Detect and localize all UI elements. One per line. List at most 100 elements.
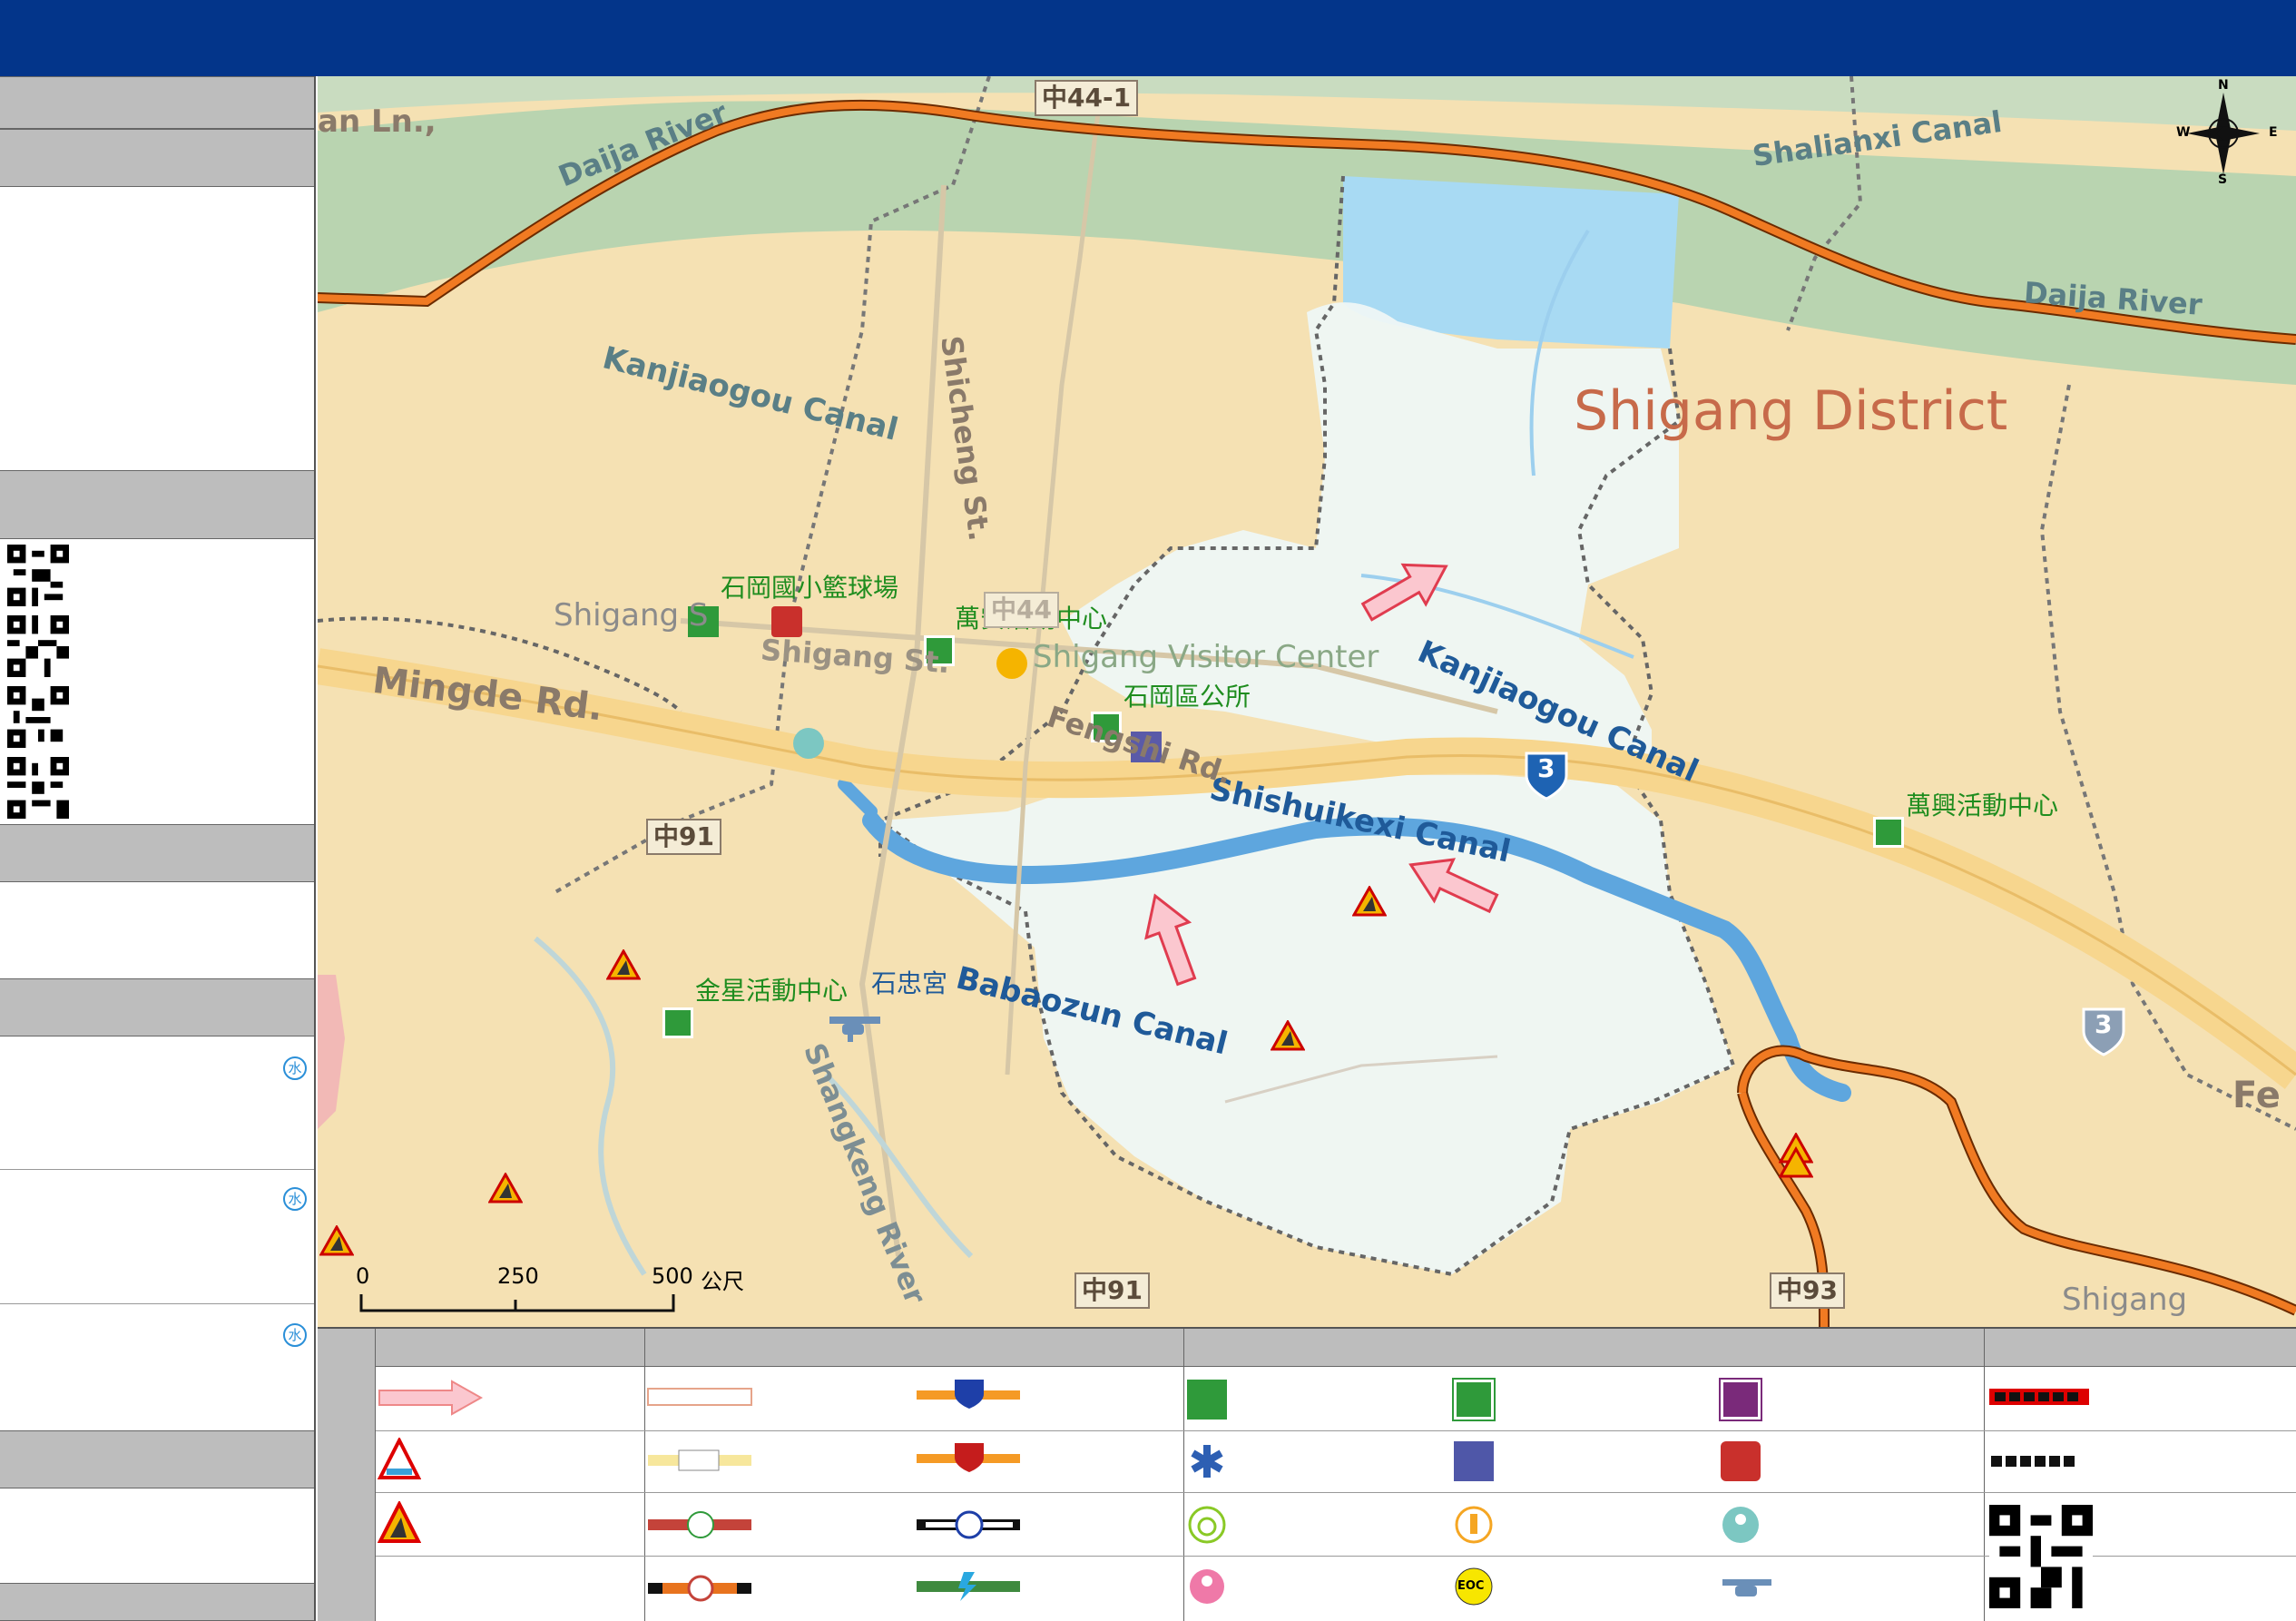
bikeway-symbol: [917, 1572, 1020, 1601]
legend-col-divider: [644, 1329, 645, 1621]
map-canvas: [318, 76, 2296, 1327]
freeway-symbol: [917, 1380, 1020, 1409]
scale-tick-label: 250: [497, 1263, 539, 1289]
route-shield: 中91: [1074, 1272, 1150, 1309]
legend-row-divider: [376, 1430, 2296, 1431]
landslide-icon: [606, 949, 641, 980]
sidebar-section-header-2: [0, 129, 314, 187]
fire-station-icon: [1721, 1441, 1761, 1481]
flow-arrow-icon: [1360, 563, 1448, 622]
special-zone: [318, 975, 345, 1129]
wheelchair-icon: [1188, 1506, 1226, 1544]
school-icon: [1719, 1378, 1762, 1421]
water-badge-icon: 水: [283, 1323, 307, 1347]
shelter-icon: [1452, 1378, 1496, 1421]
place-label: Shigang S: [554, 597, 709, 634]
poi-label: Shigang Visitor Center: [1033, 639, 1379, 675]
route-shield: 中91: [646, 819, 721, 855]
sidebar-section-header-5: [0, 978, 314, 1036]
route-shield: 中44: [984, 592, 1059, 628]
water-warning-icon: [378, 1438, 421, 1479]
sidebar: 水 水 水: [0, 76, 316, 1621]
scale-unit: 公尺: [701, 1269, 744, 1294]
water-badge-icon: 水: [283, 1056, 307, 1080]
scale-tick-label: 500: [652, 1263, 693, 1289]
road-symbol: [647, 1388, 752, 1406]
water-badge-icon: 水: [283, 1187, 307, 1211]
route-shield: 中44-1: [1035, 80, 1139, 116]
landslide-icon: [319, 1225, 354, 1256]
village-boundary-symbol: [1991, 1456, 2075, 1467]
scale-bar: [359, 1294, 675, 1312]
place-label: Shigang: [2062, 1282, 2188, 1318]
poi-label: 石岡區公所: [1123, 682, 1251, 712]
scale-tick-label: 0: [356, 1263, 370, 1289]
legend-col-divider: [1183, 1329, 1184, 1621]
landslide-icon: [1352, 886, 1387, 917]
sidebar-section-header-6: [0, 1430, 314, 1488]
helipad-icon: [1722, 1579, 1771, 1596]
medical-icon: [1191, 1445, 1223, 1478]
legend-header-row: [376, 1329, 2296, 1367]
legend-row-divider: [376, 1492, 2296, 1493]
elderly-icon: [1455, 1506, 1493, 1544]
landslide-icon: [378, 1501, 421, 1543]
stream-west: [534, 936, 647, 1276]
route-shield: 中93: [1770, 1272, 1845, 1309]
compass-n: N: [2218, 78, 2229, 93]
road-label: Fe: [2232, 1075, 2281, 1116]
police-icon: [1454, 1441, 1494, 1481]
road-label: an Ln.,: [318, 103, 437, 140]
poi-label: 石岡國小籃球場: [721, 573, 899, 603]
freeway-number: 3: [1537, 753, 1555, 783]
qr-code-icon[interactable]: [1989, 1505, 2093, 1608]
landslide-icon: [488, 1173, 523, 1203]
landslide-icon: [1271, 1020, 1305, 1051]
flow-arrow-icon: [378, 1380, 484, 1416]
compass-icon: [2187, 93, 2260, 174]
landslide-icon: [1779, 1133, 1813, 1178]
poi-label: 石忠宮: [871, 968, 948, 998]
infant-care-icon: [1722, 1507, 1759, 1543]
infant-care-icon: [793, 728, 824, 759]
sidebar-section-header-4: [0, 824, 314, 882]
helipad-icon: [829, 1017, 880, 1042]
district-label: Shigang District: [1574, 379, 2008, 443]
road-symbol: [648, 1449, 751, 1471]
sidebar-section-header-1: [0, 76, 314, 129]
shelter-icon: [1873, 817, 1904, 848]
admin-boundary-symbol: [1989, 1389, 2089, 1405]
sidebar-section-header-3: [0, 470, 314, 539]
visitor-center-icon: [996, 648, 1027, 679]
header-bar: [0, 0, 2296, 76]
map-view[interactable]: 3 3 Daija River Shalianxi Canal Daija Ri…: [318, 76, 2296, 1327]
flood-risk-zone-south: [880, 766, 1733, 1274]
eoc-label: EOC: [1457, 1579, 1485, 1593]
legend-col-divider: [1984, 1329, 1985, 1621]
compass-w: W: [2176, 125, 2191, 140]
flow-arrow-icon: [1144, 893, 1197, 987]
freeway-number: 3: [2095, 1009, 2113, 1039]
railway-symbol: [917, 1510, 1020, 1539]
qr-code-icon[interactable]: [7, 545, 69, 606]
compass-s: S: [2218, 172, 2228, 187]
qr-code-icon[interactable]: [7, 757, 69, 819]
compass-e: E: [2269, 125, 2278, 140]
highway-symbol: [917, 1443, 1020, 1472]
qr-code-icon[interactable]: [7, 615, 69, 677]
poi-label: 金星活動中心: [695, 976, 849, 1006]
legend-panel: EOC: [318, 1327, 2296, 1621]
canal-inlet: [838, 778, 878, 818]
child-care-icon: [1190, 1569, 1224, 1604]
sidebar-section-header-7: [0, 1583, 314, 1621]
shelter-icon: [662, 1007, 693, 1038]
sidebar-divider: [0, 1303, 314, 1304]
road-symbol: [648, 1511, 751, 1538]
legend-side-header: [318, 1329, 376, 1621]
sports-field-icon: [1187, 1380, 1227, 1420]
poi-label: 萬興活動中心: [1906, 791, 2059, 820]
sidebar-divider: [0, 1169, 314, 1170]
road-symbol: [648, 1575, 751, 1602]
qr-code-icon[interactable]: [7, 686, 69, 748]
shicheng-street: [859, 184, 947, 1257]
